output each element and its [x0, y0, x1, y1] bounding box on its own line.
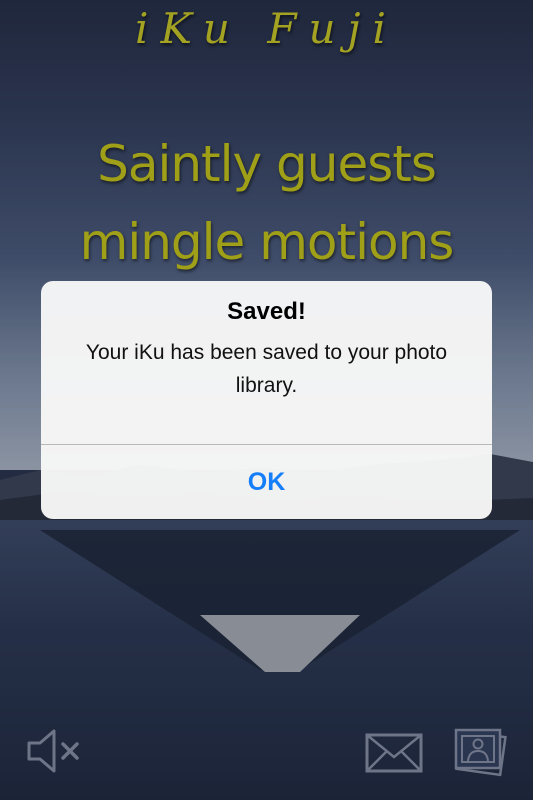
speaker-muted-icon[interactable] — [25, 726, 83, 776]
alert-dialog: Saved! Your iKu has been saved to your p… — [41, 281, 492, 519]
alert-title: Saved! — [227, 298, 306, 325]
photo-library-icon[interactable] — [451, 722, 509, 778]
mail-envelope-icon[interactable] — [365, 733, 423, 773]
ok-button[interactable]: OK — [41, 445, 492, 519]
alert-message: Your iKu has been saved to your photo li… — [85, 341, 448, 397]
